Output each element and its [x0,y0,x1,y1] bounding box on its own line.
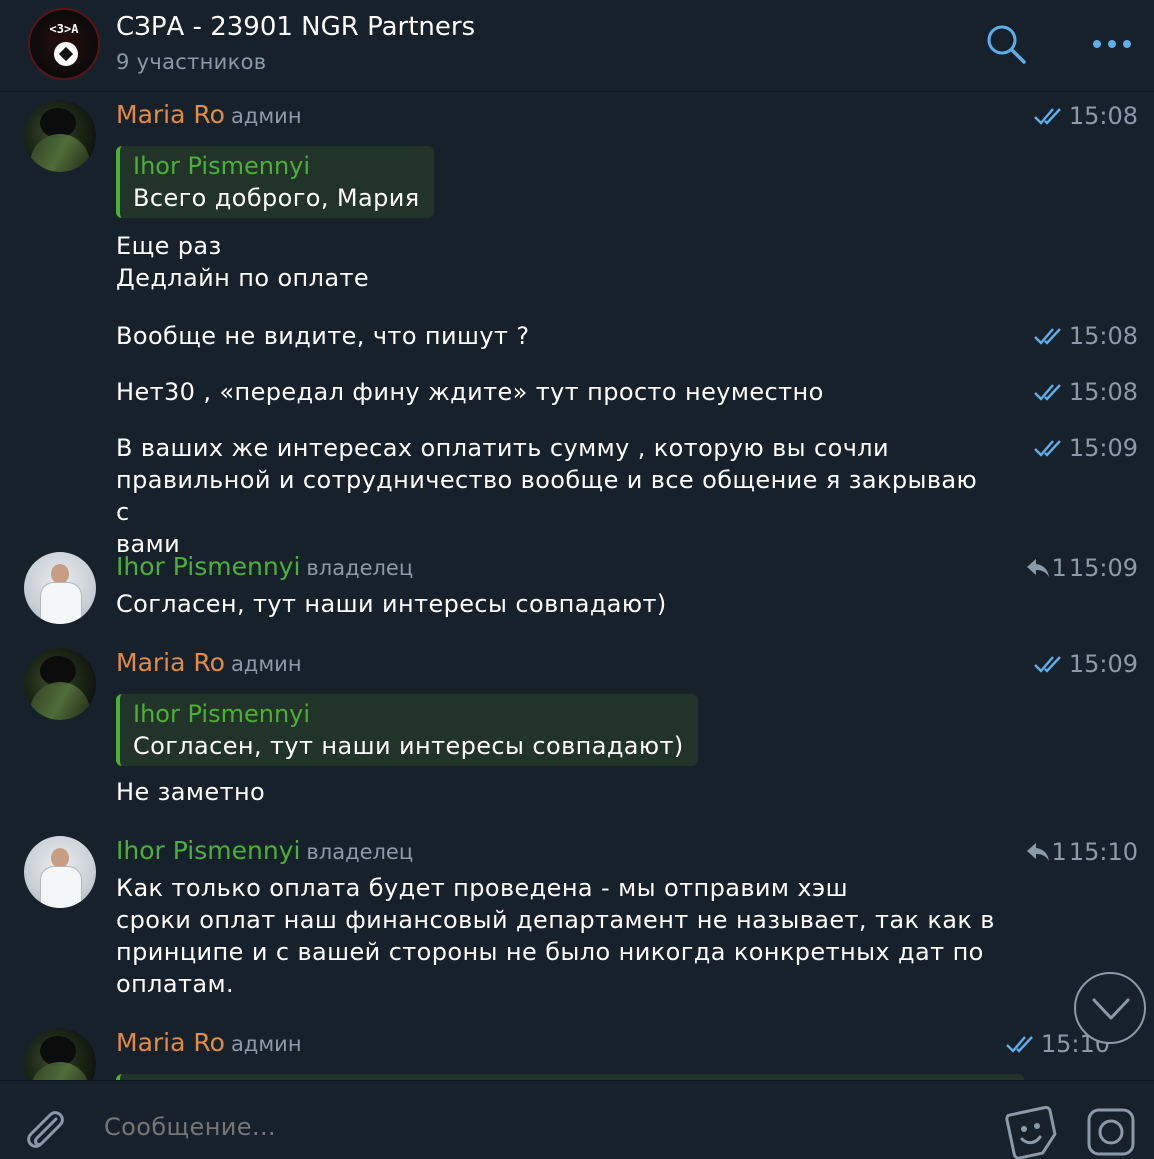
avatar[interactable] [24,552,96,624]
message-line: Вообще не видите, что пишут ? [116,322,530,350]
message-list[interactable]: Maria Ro админ 15:08 Ihor Pismennyi Всего… [0,92,1154,1080]
sender-line: Ihor Pismennyi владелец [116,836,413,865]
chat-header: <3>A СЗРА - 23901 NGR Partners 9 участни… [0,0,1154,92]
scroll-down-button[interactable] [1074,972,1146,1044]
sticker-icon[interactable] [1004,1105,1058,1159]
sender-role: админ [230,104,302,128]
message-line: Как только оплата будет проведена - мы о… [116,874,848,902]
sender-role: владелец [306,840,414,864]
composer-bar [0,1080,1154,1159]
sender-name[interactable]: Maria Ro [116,648,225,677]
message-time: 15:09 [1068,650,1138,678]
reply-count[interactable]: 1 [1052,838,1067,866]
message-text: Нет30 , «передал фину ждите» тут просто … [116,376,996,408]
chat-avatar-logo-icon [54,42,78,66]
sender-line: Ihor Pismennyi владелец [116,552,413,581]
message-meta: 15:08 [1033,322,1138,350]
message-time: 15:08 [1068,102,1138,130]
sender-line: Maria Ro админ [116,1028,302,1057]
quote-sender: Ihor Pismennyi [133,152,311,180]
sender-name[interactable]: Maria Ro [116,100,225,129]
reply-icon[interactable] [1026,841,1050,863]
camera-icon[interactable] [1086,1107,1136,1157]
check-double-icon [1033,656,1061,673]
message-time: 15:08 [1068,378,1138,406]
message-text: Не заметно [116,776,996,808]
message-line: принципе и с вашей стороны не было никог… [116,938,984,966]
reply-icon[interactable] [1026,557,1050,579]
chat-avatar-logo-text: <3>A [49,22,79,36]
chevron-down-icon [1092,998,1130,1020]
message-line: оплатам. [116,970,235,998]
message-line: Дедлайн по оплате [116,264,370,292]
message-line: сроки оплат наш финансовый департамент н… [116,906,995,934]
message-time: 15:09 [1068,554,1138,582]
message-text: Вообще не видите, что пишут ? [116,320,996,352]
sender-role: админ [230,652,302,676]
message-meta: 15:08 [1033,378,1138,406]
check-double-icon [1033,108,1061,125]
sender-name[interactable]: Ihor Pismennyi [116,836,300,865]
chat-avatar[interactable]: <3>A [28,8,100,80]
quoted-reply[interactable]: Ihor Pismennyi Согласен, тут наши интере… [116,694,698,766]
message-line: правильной и сотрудничество вообще и все… [116,466,978,526]
message-meta: 15:09 [1033,650,1138,678]
message-line: Еще раз [116,232,222,260]
message-input[interactable] [104,1113,964,1141]
sender-line: Maria Ro админ [116,648,302,677]
avatar[interactable] [24,100,96,172]
avatar[interactable] [24,648,96,720]
message-time: 15:08 [1068,322,1138,350]
reply-count[interactable]: 1 [1052,554,1067,582]
sender-role: админ [230,1032,302,1056]
check-double-icon [1033,440,1061,457]
message-meta: 1 15:09 [1026,554,1138,582]
quoted-reply[interactable]: Ihor Pismennyi Всего доброго, Мария [116,146,434,218]
message-line: Нет30 , «передал фину ждите» тут просто … [116,378,824,406]
more-icon[interactable] [1090,30,1134,58]
message-line: Не заметно [116,778,266,806]
sender-name[interactable]: Maria Ro [116,1028,225,1057]
message-text: Как только оплата будет проведена - мы о… [116,872,996,1000]
sender-name[interactable]: Ihor Pismennyi [116,552,300,581]
quote-sender: Ihor Pismennyi [133,700,311,728]
chat-title[interactable]: СЗРА - 23901 NGR Partners [116,12,475,42]
quote-text: Всего доброго, Мария [133,184,420,212]
check-double-icon [1033,328,1061,345]
message-time: 15:10 [1068,838,1138,866]
message-meta: 15:09 [1033,434,1138,462]
sender-role: владелец [306,556,414,580]
avatar[interactable] [24,836,96,908]
message-line: Согласен, тут наши интересы совпадают) [116,590,667,618]
message-time: 15:09 [1068,434,1138,462]
quote-text: Согласен, тут наши интересы совпадают) [133,732,684,760]
message-meta: 1 15:10 [1026,838,1138,866]
message-text: Еще раз Дедлайн по оплате [116,230,996,294]
attach-icon[interactable] [22,1105,68,1155]
message-line: В ваших же интересах оплатить сумму , ко… [116,434,890,462]
search-icon[interactable] [984,22,1028,66]
message-text: Согласен, тут наши интересы совпадают) [116,588,996,620]
member-count: 9 участников [116,50,267,74]
check-double-icon [1005,1036,1033,1053]
check-double-icon [1033,384,1061,401]
message-text: В ваших же интересах оплатить сумму , ко… [116,432,996,560]
avatar[interactable] [24,1028,96,1080]
message-meta: 15:08 [1033,102,1138,130]
sender-line: Maria Ro админ [116,100,302,129]
